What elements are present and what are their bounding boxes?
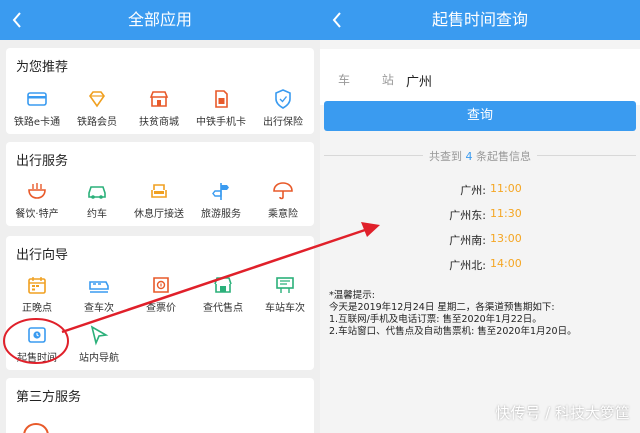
shop-icon: [149, 91, 169, 107]
app-tour-services[interactable]: 旅游服务: [190, 180, 252, 220]
result-count: 4: [465, 150, 473, 163]
app-catering[interactable]: 餐饮·特产: [6, 180, 68, 220]
station-value: 广州: [406, 75, 433, 90]
sofa-icon: [151, 184, 167, 198]
section-third-party: 第三方服务: [6, 378, 314, 433]
section-title: 出行向导: [16, 248, 69, 263]
app-ride-hailing[interactable]: 约车: [66, 180, 128, 220]
result-row: 广州南: 13:00: [320, 232, 640, 252]
section-travel-services: 出行服务 餐饮·特产 约车 休息厅接送 旅游服务 乘意险: [6, 142, 314, 226]
app-delay-info[interactable]: 正晚点: [6, 274, 68, 314]
result-station: 广州:: [460, 184, 486, 197]
tips-line: 1.互联网/手机及电话订票: 售至2020年1月22日。: [329, 314, 542, 325]
app-agency-lookup[interactable]: 查代售点: [192, 274, 254, 314]
section-recommend: 为您推荐 铁路e卡通 铁路会员 扶贫商城 中铁手机卡 出行保险: [6, 48, 314, 134]
car-icon: [88, 186, 106, 199]
screen: 全部应用 为您推荐 铁路e卡通 铁路会员 扶贫商城 中铁手机卡 出行保险 出行服…: [0, 0, 640, 433]
app-station-trains[interactable]: 车站车次: [254, 274, 316, 314]
result-time: 11:30: [490, 207, 522, 220]
query-button[interactable]: 查询: [324, 101, 636, 131]
station-field[interactable]: 车 站 广州: [320, 49, 640, 105]
calendar-icon: [28, 277, 46, 294]
station-board-icon: [276, 277, 294, 293]
app-railway-sim[interactable]: 中铁手机卡: [190, 88, 252, 128]
sale-time-query-panel: 起售时间查询 车 站 广州 查询 共查到 4 条起售信息 广州: 11:00 广…: [320, 0, 640, 433]
shield-icon: [275, 89, 291, 109]
storefront-icon: [214, 277, 232, 293]
app-travel-insurance[interactable]: 出行保险: [252, 88, 314, 128]
section-title: 为您推荐: [16, 60, 69, 75]
page-title: 起售时间查询: [431, 10, 528, 29]
diamond-icon: [89, 91, 105, 108]
result-station: 广州南:: [449, 234, 486, 247]
app-poverty-mall[interactable]: 扶贫商城: [128, 88, 190, 128]
section-title: 第三方服务: [16, 390, 82, 405]
app-railway-member[interactable]: 铁路会员: [66, 88, 128, 128]
station-label: 车 站: [338, 73, 408, 87]
navigation-arrow-icon: [90, 325, 109, 346]
app-fare-lookup[interactable]: 查票价: [130, 274, 192, 314]
all-apps-header: 全部应用: [0, 0, 320, 40]
all-apps-panel: 全部应用 为您推荐 铁路e卡通 铁路会员 扶贫商城 中铁手机卡 出行保险 出行服…: [0, 0, 320, 433]
result-row: 广州北: 14:00: [320, 257, 640, 277]
result-row: 广州东: 11:30: [320, 207, 640, 227]
result-station: 广州北:: [449, 259, 486, 272]
back-icon[interactable]: [10, 0, 24, 40]
tips-block: *温馨提示: 今天是2019年12月24日 星期二，各渠道预售期如下: 1.互联…: [329, 290, 634, 338]
tips-title: *温馨提示:: [329, 290, 375, 301]
tips-line: 2.车站窗口、代售点及自动售票机: 售至2020年1月20日。: [329, 326, 577, 337]
train-icon: [89, 281, 109, 293]
signpost-icon: [212, 183, 229, 200]
umbrella-icon: [273, 182, 293, 200]
sale-time-header: 起售时间查询: [320, 0, 640, 40]
noodle-bowl-icon: [28, 183, 46, 199]
app-lounge-transfer[interactable]: 休息厅接送: [128, 180, 190, 220]
app-accident-insurance[interactable]: 乘意险: [252, 180, 314, 220]
result-time: 14:00: [490, 257, 522, 270]
ticket-clock-icon: [28, 327, 46, 343]
app-sale-time[interactable]: 起售时间: [6, 324, 68, 364]
third-party-app-icon: [23, 422, 49, 433]
result-time: 13:00: [490, 232, 522, 245]
section-title: 出行服务: [16, 154, 69, 169]
result-station: 广州东:: [449, 209, 486, 222]
tips-line: 今天是2019年12月24日 星期二，各渠道预售期如下:: [329, 302, 555, 313]
result-time: 11:00: [490, 182, 522, 195]
watermark: 快传号 / 科技大箩筐: [495, 404, 630, 422]
card-icon: [27, 92, 47, 106]
result-row: 广州: 11:00: [320, 182, 640, 202]
section-travel-guide: 出行向导 正晚点 查车次 查票价 查代售点 车站车次 起售时间 站内导航: [6, 236, 314, 370]
app-train-lookup[interactable]: 查车次: [68, 274, 130, 314]
back-icon[interactable]: [330, 0, 344, 40]
app-station-navigation[interactable]: 站内导航: [68, 324, 130, 364]
sim-card-icon: [215, 90, 228, 108]
page-title: 全部应用: [127, 10, 192, 29]
ticket-icon: [153, 277, 169, 293]
result-summary: 共查到 4 条起售信息: [320, 148, 640, 164]
app-railway-ecard[interactable]: 铁路e卡通: [6, 88, 68, 128]
